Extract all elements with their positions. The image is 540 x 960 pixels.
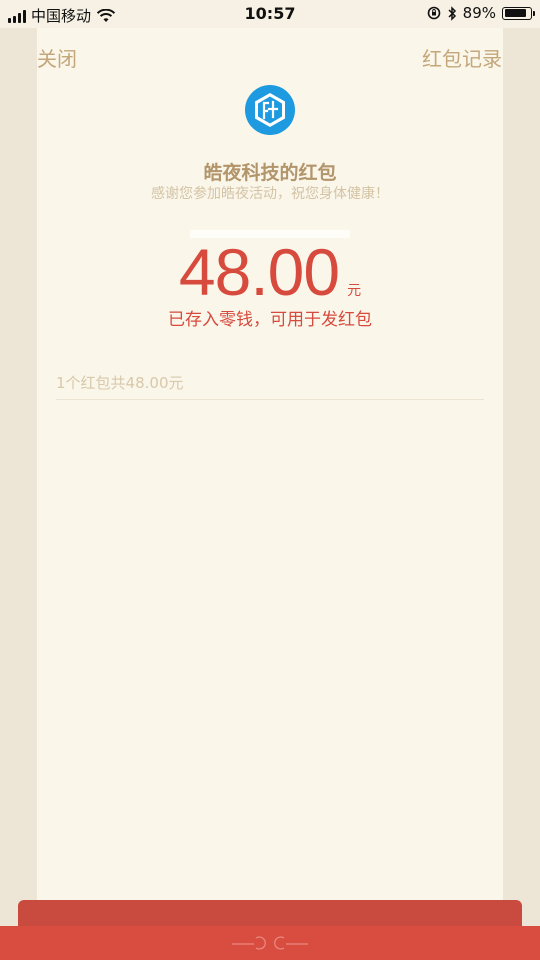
red-packet-detail-card: 皓夜科技的红包 感谢您参加皓夜活动，祝您身体健康！ 48.00 元 已存入零钱，可… (37, 28, 503, 948)
amount-unit: 元 (347, 283, 362, 299)
packet-greeting: 感谢您参加皓夜活动，祝您身体健康！ (151, 186, 389, 202)
status-bar: 中国移动 10:57 89% (0, 0, 540, 28)
packet-title: 皓夜科技的红包 (203, 162, 337, 184)
bluetooth-icon (448, 5, 456, 21)
amount-value: 48.00 (178, 235, 340, 309)
carrier-label: 中国移动 (31, 7, 92, 25)
battery-percent: 89% (462, 4, 496, 22)
red-packet-records-button[interactable]: 红包记录 (422, 43, 502, 72)
battery-fill (504, 9, 526, 17)
wifi-icon (96, 8, 116, 22)
close-button[interactable]: 关闭 (37, 43, 77, 72)
envelope-ornament-icon (232, 936, 308, 950)
orientation-lock-icon (427, 6, 440, 20)
divider (56, 399, 484, 400)
saved-to-change-note[interactable]: 已存入零钱，可用于发红包 (37, 305, 503, 330)
battery-icon (502, 6, 535, 20)
signal-icon (8, 9, 26, 23)
status-left: 中国移动 (8, 5, 116, 26)
status-right: 89% (427, 4, 535, 22)
company-logo-icon (245, 85, 295, 135)
packet-summary: 1个红包共48.00元 (56, 374, 184, 392)
amount-row: 48.00 元 (37, 234, 503, 310)
